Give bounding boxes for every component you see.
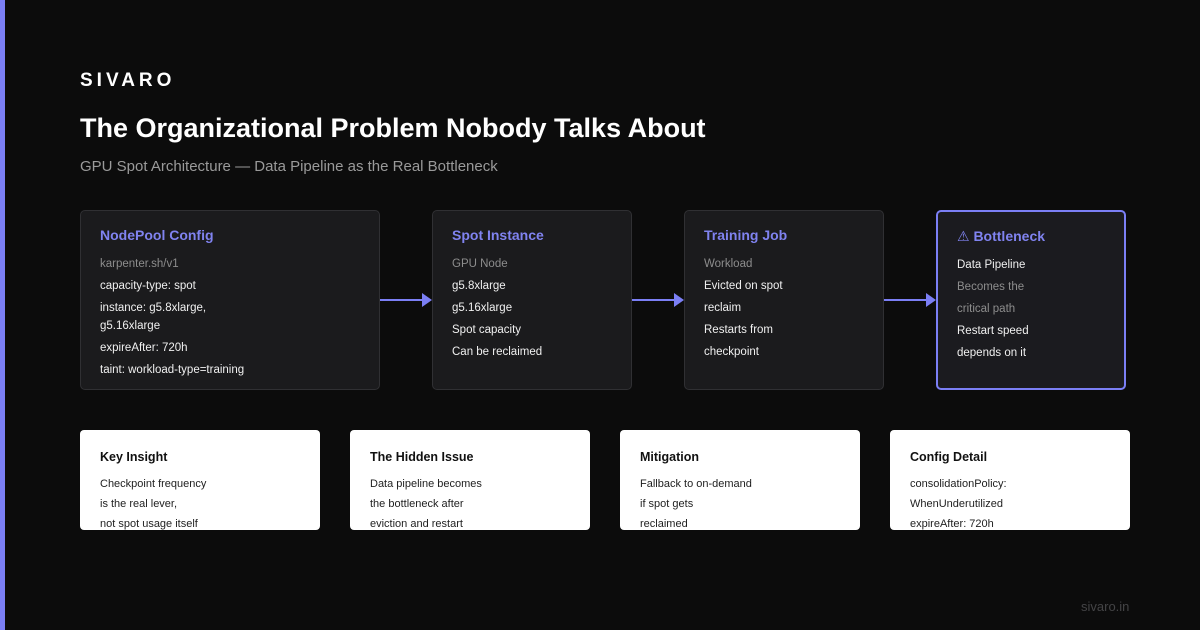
flow-box-3: Training Job Workload Evicted on spot recla… xyxy=(684,210,884,390)
flow-arrow-2 xyxy=(632,293,684,307)
card-title: Config Detail xyxy=(910,450,988,464)
flow-arrow-1 xyxy=(380,293,432,307)
flow-box-line: g5.8xlarge xyxy=(452,280,506,292)
flow-box-1: NodePool Config karpenter.sh/v1 capacity-t… xyxy=(80,210,380,390)
flow-box-line: GPU Node xyxy=(452,258,508,270)
flow-box-line: karpenter.sh/v1 xyxy=(100,258,179,270)
flow-box-line: reclaim xyxy=(704,302,742,314)
info-card-2: The Hidden Issue Data pipeline becomes the… xyxy=(350,430,590,530)
card-line: eviction and restart xyxy=(370,518,463,530)
flow-box-line: depends on it xyxy=(957,347,1027,359)
card-line: Data pipeline becomes xyxy=(370,478,482,490)
flow-box-line: checkpoint xyxy=(704,346,759,358)
card-line: expireAfter: 720h xyxy=(910,518,994,530)
flow-box-4: ⚠ Bottleneck Data Pipeline Becomes the crit… xyxy=(936,210,1126,390)
flow-box-line: Restart speed xyxy=(957,325,1029,337)
flow-box-line: Restarts from xyxy=(704,324,774,336)
flow-box-line: Data Pipeline xyxy=(957,259,1026,271)
flow-box-line: critical path xyxy=(957,303,1016,315)
footer-url: sivaro.in xyxy=(1081,599,1130,614)
card-line: is the real lever, xyxy=(100,498,178,510)
page-subtitle: GPU Spot Architecture — Data Pipeline as… xyxy=(80,158,498,175)
flow-box-title: NodePool Config xyxy=(100,227,214,243)
flow-box-title: ⚠ Bottleneck xyxy=(957,228,1046,244)
flow-box-line: Can be reclaimed xyxy=(452,346,543,358)
flow-box-line: instance: g5.8xlarge, g5.16xlarge xyxy=(100,302,207,332)
card-line: not spot usage itself xyxy=(100,518,198,530)
card-title: Mitigation xyxy=(640,450,700,464)
page-title: The Organizational Problem Nobody Talks … xyxy=(80,113,706,143)
card-line: Checkpoint frequency xyxy=(100,478,207,490)
info-card-4: Config Detail consolidationPolicy: WhenUnd… xyxy=(890,430,1130,530)
flow-box-line: taint: workload-type=training xyxy=(100,364,245,376)
flow-box-line: expireAfter: 720h xyxy=(100,342,188,354)
card-title: The Hidden Issue xyxy=(370,450,474,464)
flow-box-line: Becomes the xyxy=(957,281,1025,293)
flow-box-line: Workload xyxy=(704,258,753,270)
brand-logo: SIVARO xyxy=(80,70,176,91)
flow-arrow-3 xyxy=(884,293,936,307)
card-line: the bottleneck after xyxy=(370,498,464,510)
flow-box-line: Spot capacity xyxy=(452,324,522,336)
card-line: reclaimed xyxy=(640,518,688,530)
flow-box-line: Evicted on spot xyxy=(704,280,783,292)
arrow-head-icon xyxy=(926,293,936,307)
card-line: consolidationPolicy: xyxy=(910,478,1007,490)
card-title: Key Insight xyxy=(100,450,168,464)
info-card-3: Mitigation Fallback to on-demand if spot g… xyxy=(620,430,860,530)
arrow-head-icon xyxy=(674,293,684,307)
card-line: if spot gets xyxy=(640,498,694,510)
flow-box-line: g5.16xlarge xyxy=(452,302,513,314)
accent-bar xyxy=(0,0,5,630)
flow-box-title: Spot Instance xyxy=(452,227,544,243)
flow-box-title: Training Job xyxy=(704,227,788,243)
info-card-1: Key Insight Checkpoint frequency is the re… xyxy=(80,430,320,530)
flow-box-2: Spot Instance GPU Node g5.8xlarge g5.16xlar… xyxy=(432,210,632,390)
card-line: WhenUnderutilized xyxy=(910,498,1003,510)
card-line: Fallback to on-demand xyxy=(640,478,752,490)
arrow-head-icon xyxy=(422,293,432,307)
flow-box-line: capacity-type: spot xyxy=(100,280,196,292)
